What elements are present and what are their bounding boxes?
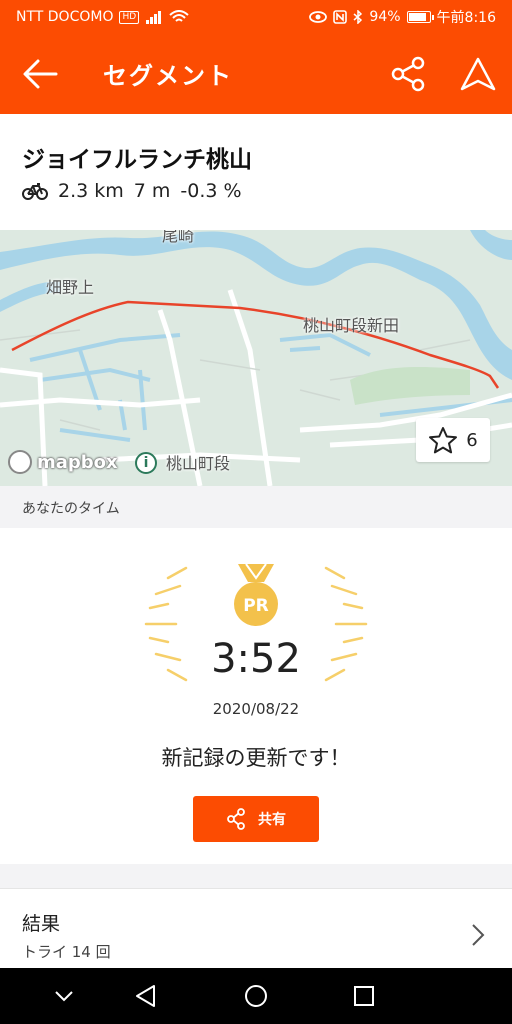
chevron-down-icon[interactable]: [50, 982, 78, 1010]
segment-time: 3:52: [211, 636, 301, 682]
star-count: 6: [466, 429, 478, 451]
section-label: あなたのタイム: [22, 501, 120, 517]
segment-map[interactable]: 尾崎 畑野上 桃山町段新田 桃山町段 6 mapbox i: [0, 230, 512, 486]
navigate-icon[interactable]: [458, 56, 498, 92]
segment-header: ジョイフルランチ桃山 2.3 km 7 m -0.3 %: [0, 114, 512, 230]
share-icon[interactable]: [390, 56, 426, 92]
effort-date: 2020/08/22: [212, 700, 300, 718]
segment-elevation: 7 m: [133, 180, 171, 202]
pr-badge-text: PR: [243, 596, 269, 616]
mapbox-logo: mapbox: [8, 450, 118, 474]
app-bar: セグメント: [0, 34, 512, 114]
segment-grade: -0.3 %: [180, 180, 242, 202]
mapbox-icon: [8, 450, 32, 474]
map-info-icon[interactable]: i: [135, 452, 157, 474]
bicycle-icon: [22, 183, 48, 200]
recents-square-icon[interactable]: [350, 982, 378, 1010]
back-triangle-icon[interactable]: [132, 982, 160, 1010]
nfc-icon: [333, 10, 348, 24]
segment-stats: 2.3 km 7 m -0.3 %: [22, 180, 242, 202]
celebration-rays: [144, 566, 368, 682]
results-attempts: トライ 14 回: [22, 943, 111, 961]
segment-distance: 2.3 km: [58, 180, 124, 202]
home-circle-icon[interactable]: [242, 982, 270, 1010]
map-label: 尾崎: [162, 230, 195, 245]
chevron-right-icon: [472, 924, 485, 946]
personal-record-card: PR 3:52 2020/08/22 新記録の更新です！ 共有: [0, 528, 512, 864]
page-title: セグメント: [103, 62, 233, 90]
battery-icon: [406, 11, 434, 23]
system-nav-bar: [0, 968, 512, 1024]
share-button-label: 共有: [258, 812, 286, 828]
carrier-name: NTT DOCOMO: [16, 9, 114, 25]
eye-comfort-icon: [309, 11, 328, 23]
wifi-icon: [169, 10, 189, 22]
pr-message: 新記録の更新です！: [161, 746, 351, 770]
battery-percent: 94%: [369, 9, 401, 25]
segment-name: ジョイフルランチ桃山: [22, 147, 252, 173]
section-divider: [0, 864, 512, 888]
your-time-header: あなたのタイム: [0, 486, 512, 528]
clock: 午前8:16: [436, 10, 496, 26]
signal-icon: [146, 11, 162, 24]
results-row[interactable]: 結果 トライ 14 回: [0, 888, 512, 968]
back-arrow-icon[interactable]: [22, 58, 58, 90]
share-icon: [227, 808, 245, 830]
bluetooth-icon: [353, 10, 363, 24]
hd-badge: HD: [119, 10, 140, 24]
map-label: 畑野上: [46, 278, 95, 297]
map-label: 桃山町段新田: [303, 316, 400, 335]
results-title: 結果: [22, 913, 61, 935]
mapbox-wordmark: mapbox: [37, 451, 118, 473]
star-segment-button[interactable]: 6: [416, 418, 490, 462]
status-bar: NTT DOCOMO HD 94% 午前8:16: [0, 0, 512, 34]
star-icon: [429, 427, 458, 454]
pr-medal-icon: PR: [234, 564, 278, 626]
share-button[interactable]: 共有: [193, 796, 319, 842]
map-label: 桃山町段: [166, 454, 231, 473]
